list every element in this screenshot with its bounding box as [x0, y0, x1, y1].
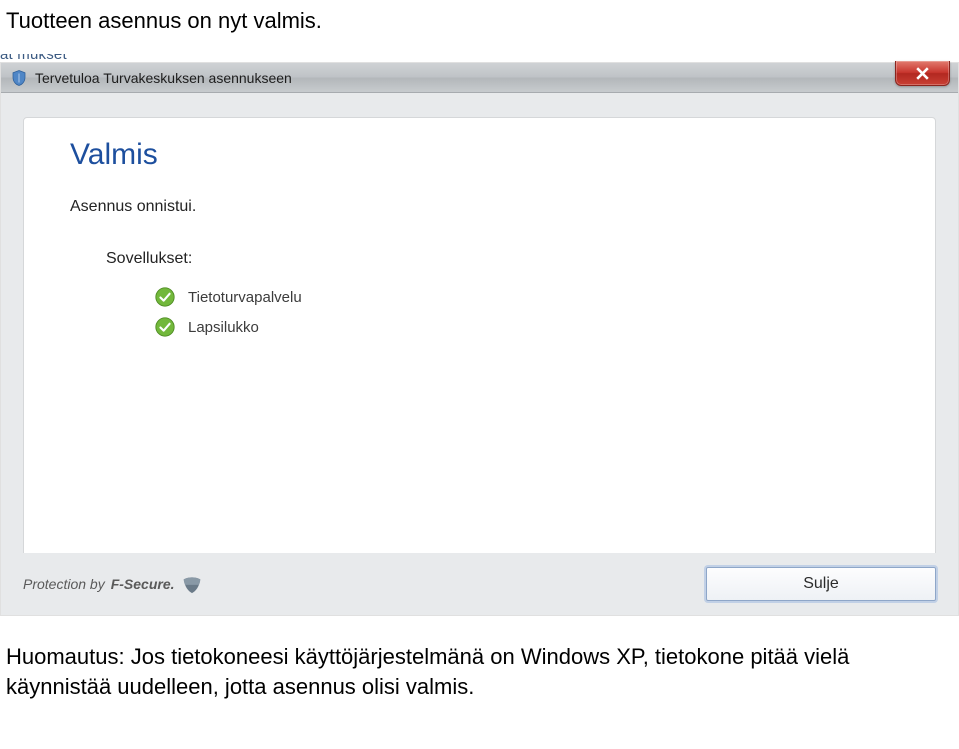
sulje-button[interactable]: Sulje — [706, 567, 936, 601]
sulje-button-label: Sulje — [803, 575, 839, 593]
apps-section-label: Sovellukset: — [24, 216, 935, 268]
heading-valmis: Valmis — [24, 138, 935, 172]
fsecure-logo-icon — [181, 573, 203, 595]
list-item-label: Lapsilukko — [188, 319, 259, 336]
doc-note-text: Huomautus: Jos tietokoneesi käyttöjärjes… — [0, 616, 959, 701]
check-icon — [154, 286, 176, 308]
status-text: Asennus onnistui. — [24, 172, 935, 216]
close-button[interactable] — [895, 61, 950, 86]
protection-by-prefix: Protection by — [23, 576, 105, 592]
client-area: Valmis Asennus onnistui. Sovellukset: Ti… — [1, 93, 958, 615]
app-shield-icon — [9, 68, 29, 88]
protection-by-label: Protection by F-Secure. — [23, 573, 203, 595]
installer-window: Tervetuloa Turvakeskuksen asennukseen Va… — [0, 62, 959, 616]
list-item-label: Tietoturvapalvelu — [188, 289, 302, 306]
list-item: Lapsilukko — [154, 312, 935, 342]
list-item: Tietoturvapalvelu — [154, 282, 935, 312]
check-icon — [154, 316, 176, 338]
apps-list: Tietoturvapalvelu Lapsilukko — [24, 268, 935, 342]
footer-bar: Protection by F-Secure. Sulje — [1, 553, 958, 615]
doc-intro-text: Tuotteen asennus on nyt valmis. — [0, 0, 959, 54]
brand-name: F-Secure. — [111, 576, 175, 592]
cropped-background-text: at mukset — [0, 54, 959, 62]
window-title: Tervetuloa Turvakeskuksen asennukseen — [35, 70, 292, 86]
content-panel: Valmis Asennus onnistui. Sovellukset: Ti… — [23, 117, 936, 595]
titlebar: Tervetuloa Turvakeskuksen asennukseen — [1, 63, 958, 93]
